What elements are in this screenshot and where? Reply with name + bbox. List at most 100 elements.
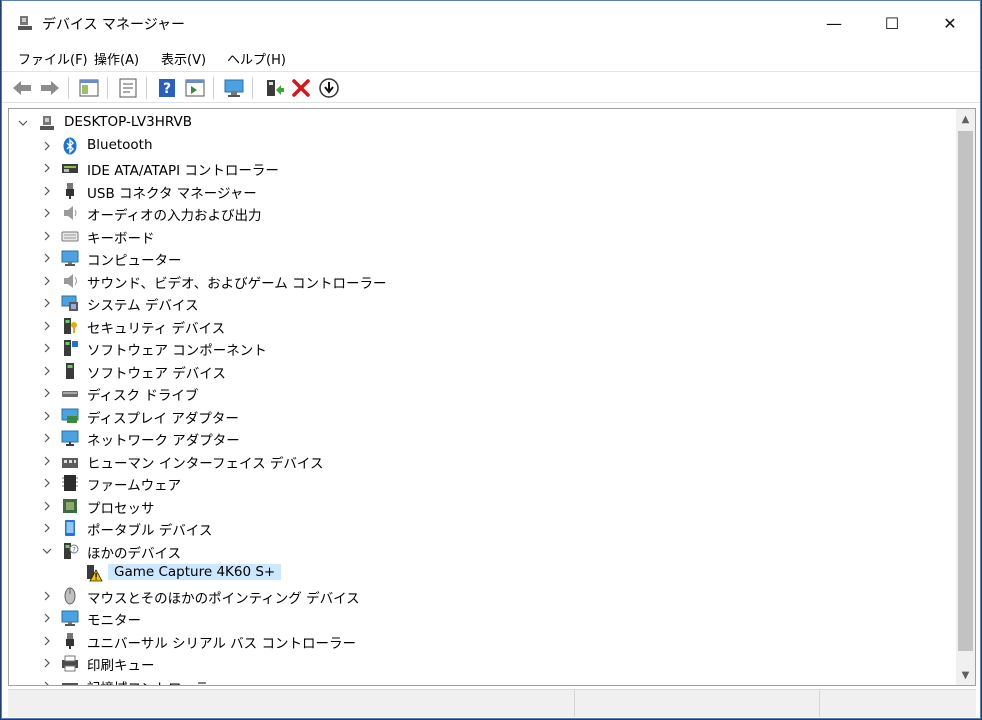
chevron-right-icon[interactable] [41, 387, 53, 399]
scan-hardware-icon[interactable] [222, 76, 246, 100]
tree-category-item[interactable]: セキュリティ デバイス [9, 315, 949, 337]
disable-device-icon[interactable] [317, 76, 341, 100]
close-button[interactable]: ✕ [921, 1, 979, 45]
chevron-right-icon[interactable] [41, 365, 53, 377]
chevron-right-icon[interactable] [41, 342, 53, 354]
chevron-right-icon[interactable] [41, 612, 53, 624]
tree-category-item[interactable]: コンピューター [9, 247, 949, 269]
tree-root[interactable]: DESKTOP-LV3HRVB [9, 112, 949, 134]
chevron-right-icon[interactable] [41, 207, 53, 219]
chevron-right-icon[interactable] [41, 252, 53, 264]
minimize-button[interactable]: — [805, 1, 863, 45]
chevron-right-icon[interactable] [41, 522, 53, 534]
chevron-right-icon[interactable] [41, 432, 53, 444]
tree-category-item[interactable]: ディスク ドライブ [9, 382, 949, 404]
tree-item-label: ソフトウェア デバイス [87, 365, 226, 382]
back-icon[interactable] [10, 76, 34, 100]
help-icon[interactable]: ? [155, 76, 179, 100]
toolbar-separator [252, 77, 253, 99]
chevron-right-icon[interactable] [41, 680, 53, 687]
tree-category-item[interactable]: USB コネクタ マネージャー [9, 180, 949, 202]
software-component-icon [64, 340, 78, 356]
chevron-right-icon[interactable] [41, 477, 53, 489]
display-adapter-icon [61, 408, 79, 423]
tree-category-item[interactable]: ネットワーク アダプター [9, 427, 949, 449]
title-bar[interactable]: デバイス マネージャー — ☐ ✕ [2, 1, 980, 45]
device-manager-window: デバイス マネージャー — ☐ ✕ ファイル(F) 操作(A) 表示(V) ヘル… [1, 0, 981, 719]
chevron-right-icon[interactable] [41, 590, 53, 602]
vertical-scrollbar[interactable]: ▲ ▼ [956, 108, 976, 686]
sound-icon [64, 273, 77, 288]
scroll-down-button[interactable]: ▼ [956, 665, 975, 685]
status-bar [8, 689, 976, 717]
chevron-right-icon[interactable] [41, 185, 53, 197]
tree-category-item[interactable]: ソフトウェア デバイス [9, 360, 949, 382]
chevron-right-icon[interactable] [41, 635, 53, 647]
tree-item-label: USB コネクタ マネージャー [87, 185, 257, 202]
tree-item-label: IDE ATA/ATAPI コントローラー [87, 163, 279, 179]
chevron-right-icon[interactable] [41, 500, 53, 512]
chevron-right-icon[interactable] [41, 140, 53, 152]
scroll-up-button[interactable]: ▲ [956, 109, 975, 129]
forward-icon[interactable] [38, 76, 62, 100]
menu-help[interactable]: ヘルプ(H) [227, 49, 286, 68]
tree-category-item[interactable]: キーボード [9, 225, 949, 247]
chevron-right-icon[interactable] [41, 275, 53, 287]
toolbar: ? [2, 71, 980, 103]
software-device-icon [66, 362, 74, 379]
properties-icon[interactable] [116, 76, 140, 100]
tree-device-item[interactable]: Game Capture 4K60 S+ [9, 562, 949, 584]
scroll-thumb[interactable] [958, 131, 973, 651]
tree-category-item[interactable]: システム デバイス [9, 292, 949, 314]
uninstall-device-icon[interactable] [289, 76, 313, 100]
printer-icon [62, 655, 78, 672]
tree-item-label: コンピューター [87, 253, 182, 269]
tree-item-label: セキュリティ デバイス [87, 320, 226, 337]
tree-category-item[interactable]: ディスプレイ アダプター [9, 405, 949, 427]
status-pane-divider [819, 690, 820, 717]
tree-category-item[interactable]: プロセッサ [9, 495, 949, 517]
chevron-right-icon[interactable] [41, 320, 53, 332]
update-driver-icon[interactable] [261, 76, 285, 100]
chevron-down-icon[interactable] [41, 545, 53, 557]
tree-category-item[interactable]: ? ほかのデバイス [9, 540, 949, 562]
tree-item-label: マウスとそのほかのポインティング デバイス [87, 590, 360, 607]
tree-category-item[interactable]: ユニバーサル シリアル バス コントローラー [9, 630, 949, 652]
tree-category-item[interactable]: 記憶域コントローラー [9, 675, 949, 687]
tree-category-item[interactable]: モニター [9, 607, 949, 629]
chevron-right-icon[interactable] [41, 657, 53, 669]
unknown-device-icon: ? [64, 542, 79, 559]
maximize-button[interactable]: ☐ [863, 1, 921, 45]
menu-action[interactable]: 操作(A) [94, 49, 139, 68]
tree-category-item[interactable]: ポータブル デバイス [9, 517, 949, 539]
tree-item-label: DESKTOP-LV3HRVB [64, 114, 193, 130]
tree-category-item[interactable]: 印刷キュー [9, 652, 949, 674]
tree-category-item[interactable]: Bluetooth [9, 135, 949, 157]
menu-file[interactable]: ファイル(F) [18, 49, 88, 68]
tree-item-label: ネットワーク アダプター [87, 433, 240, 449]
firmware-icon [62, 475, 78, 491]
action-pane-icon[interactable] [183, 76, 207, 100]
chevron-down-icon[interactable] [17, 117, 29, 129]
tree-category-item[interactable]: ソフトウェア コンポーネント [9, 337, 949, 359]
tree-category-item[interactable]: サウンド、ビデオ、およびゲーム コントローラー [9, 270, 949, 292]
mouse-icon [64, 587, 76, 604]
device-tree[interactable]: DESKTOP-LV3HRVB Bluetooth IDE ATA/ATAPI コン… [8, 108, 956, 686]
chevron-right-icon[interactable] [41, 230, 53, 242]
tree-category-item[interactable]: オーディオの入力および出力 [9, 202, 949, 224]
tree-category-item[interactable]: マウスとそのほかのポインティング デバイス [9, 585, 949, 607]
minimize-icon: — [826, 13, 842, 33]
tree-item-label: ユニバーサル シリアル バス コントローラー [87, 635, 356, 652]
menu-view[interactable]: 表示(V) [161, 49, 206, 68]
processor-icon [63, 498, 77, 513]
tree-category-item[interactable]: ヒューマン インターフェイス デバイス [9, 450, 949, 472]
tree-category-item[interactable]: ファームウェア [9, 472, 949, 494]
show-hide-console-tree-icon[interactable] [77, 76, 101, 100]
monitor-icon [61, 250, 79, 266]
chevron-right-icon[interactable] [41, 455, 53, 467]
tree-category-item[interactable]: IDE ATA/ATAPI コントローラー [9, 157, 949, 179]
maximize-icon: ☐ [884, 13, 900, 33]
chevron-right-icon[interactable] [41, 410, 53, 422]
chevron-right-icon[interactable] [41, 297, 53, 309]
chevron-right-icon[interactable] [41, 162, 53, 174]
